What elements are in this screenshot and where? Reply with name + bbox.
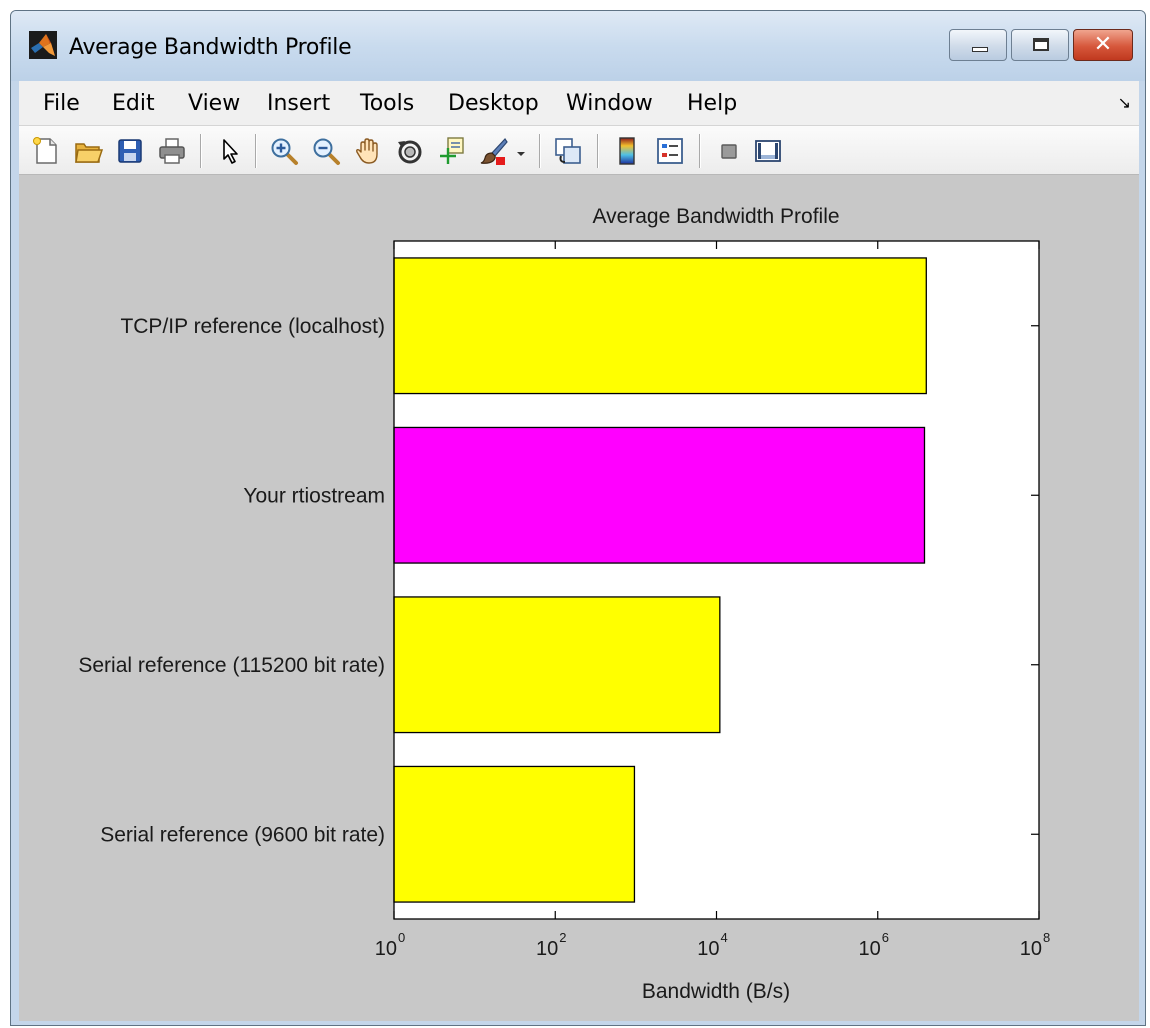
menu-view[interactable]: View (188, 91, 240, 116)
open-file-icon[interactable] (73, 136, 103, 166)
tick-exponent: 8 (1043, 930, 1050, 945)
bar (393, 426, 926, 564)
chart-title: Average Bandwidth Profile (592, 205, 839, 228)
category-label: Your rtiostream (243, 484, 385, 507)
title-bar[interactable]: Average Bandwidth Profile ✕ (11, 11, 1145, 81)
toolbar-separator (699, 134, 701, 168)
menu-file[interactable]: File (43, 91, 80, 116)
link-plot-icon[interactable] (553, 136, 583, 166)
zoom-in-icon[interactable] (269, 136, 299, 166)
category-label: TCP/IP reference (localhost) (120, 315, 385, 338)
category-label: Serial reference (9600 bit rate) (100, 823, 385, 846)
menubar-dock-arrow-icon[interactable]: ↘ (1118, 93, 1131, 113)
brush-icon[interactable] (479, 136, 509, 166)
close-glyph: ✕ (1093, 32, 1113, 57)
bar (393, 765, 636, 903)
menu-insert[interactable]: Insert (267, 91, 330, 116)
edit-plot-arrow-icon[interactable] (215, 136, 245, 166)
category-label: Serial reference (115200 bit rate) (78, 654, 385, 677)
x-tick-label: 102 (536, 930, 566, 960)
insert-colorbar-icon[interactable] (613, 136, 643, 166)
window-title: Average Bandwidth Profile (69, 35, 352, 60)
toolbar-separator (255, 134, 257, 168)
tick-base: 10 (536, 938, 558, 960)
menu-help[interactable]: Help (687, 91, 737, 116)
data-cursor-icon[interactable] (437, 136, 467, 166)
tick-exponent: 6 (882, 930, 889, 945)
tick-exponent: 4 (721, 930, 728, 945)
zoom-out-icon[interactable] (311, 136, 341, 166)
toolbar-separator (597, 134, 599, 168)
tick-base: 10 (697, 938, 719, 960)
tick-exponent: 2 (559, 930, 566, 945)
x-tick-label: 108 (1020, 930, 1050, 960)
pan-hand-icon[interactable] (353, 136, 383, 166)
x-tick-labels: 100102104106108 (375, 930, 1050, 960)
brush-dropdown-icon[interactable] (513, 136, 529, 166)
bar-chart: Average Bandwidth Profile Bandwidth (B/s… (78, 205, 1050, 1003)
new-figure-icon[interactable] (31, 136, 61, 166)
print-figure-icon[interactable] (157, 136, 187, 166)
bar (393, 596, 721, 734)
menu-desktop[interactable]: Desktop (448, 91, 539, 116)
tick-base: 10 (375, 938, 397, 960)
x-tick-label: 100 (375, 930, 405, 960)
save-figure-icon[interactable] (115, 136, 145, 166)
menu-window[interactable]: Window (566, 91, 653, 116)
x-axis-label: Bandwidth (B/s) (642, 980, 790, 1003)
maximize-icon[interactable] (1011, 29, 1069, 61)
figure-window: Average Bandwidth Profile ✕ File Edit Vi… (10, 10, 1146, 1026)
menu-bar: File Edit View Insert Tools Desktop Wind… (19, 81, 1139, 125)
toolbar-separator (200, 134, 202, 168)
bar (393, 257, 927, 395)
rotate-3d-icon[interactable] (395, 136, 425, 166)
minimize-icon[interactable] (949, 29, 1007, 61)
show-plot-tools-icon[interactable] (753, 136, 783, 166)
figure-toolbar (19, 125, 1139, 175)
close-icon[interactable]: ✕ (1073, 29, 1133, 61)
matlab-logo-icon (29, 31, 57, 59)
tick-base: 10 (859, 938, 881, 960)
insert-legend-icon[interactable] (655, 136, 685, 166)
menu-tools[interactable]: Tools (360, 91, 414, 116)
hide-plot-tools-icon[interactable] (715, 136, 745, 166)
x-tick-label: 104 (697, 930, 727, 960)
category-labels: TCP/IP reference (localhost) Your rtiostr… (78, 315, 385, 847)
tick-exponent: 0 (398, 930, 405, 945)
menu-edit[interactable]: Edit (112, 91, 155, 116)
figure-canvas: Average Bandwidth Profile Bandwidth (B/s… (19, 175, 1139, 1021)
x-tick-label: 106 (859, 930, 889, 960)
toolbar-separator (539, 134, 541, 168)
tick-base: 10 (1020, 938, 1042, 960)
